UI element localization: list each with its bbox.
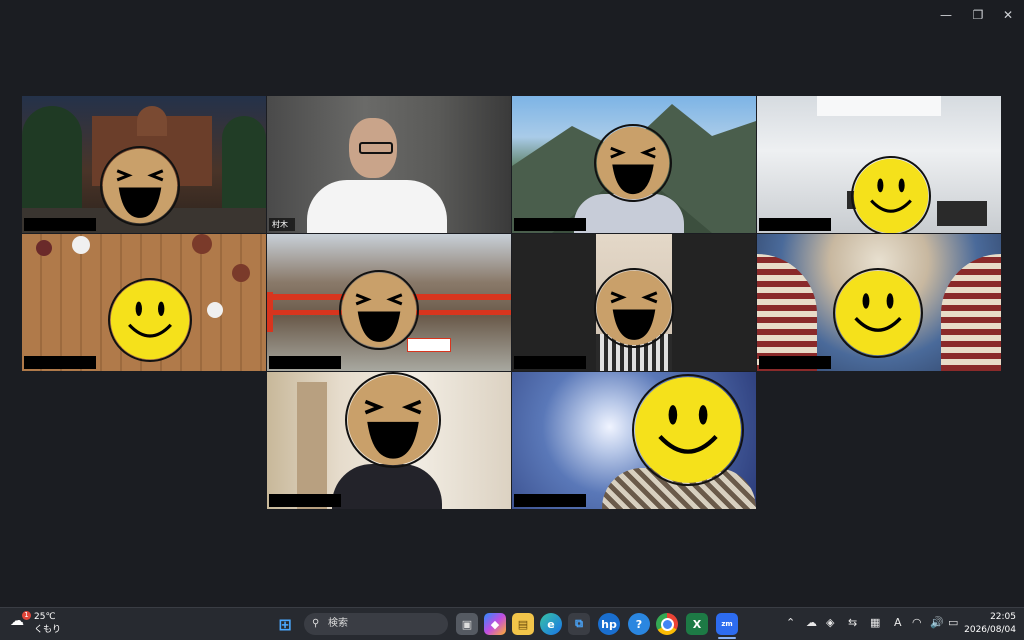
dropbox-icon[interactable]: ◈ (826, 616, 834, 629)
participant-tile[interactable] (757, 234, 1001, 371)
smiley-face-mask (632, 374, 744, 486)
edge-browser-icon[interactable]: e (540, 613, 562, 635)
laughing-face-mask (594, 268, 674, 348)
speaker-icon[interactable]: 🔊 (930, 616, 944, 629)
participant-name (514, 356, 586, 369)
tray-app-icon[interactable]: ▦ (870, 616, 880, 629)
weather-condition: くもり (34, 625, 62, 635)
participant-name (514, 494, 586, 507)
participant-tile[interactable] (267, 234, 511, 371)
system-clock[interactable]: 22:05 2026/08/04 (964, 611, 1016, 637)
participant-name (759, 218, 831, 231)
ime-indicator[interactable]: A (894, 616, 902, 629)
network-tray-icon[interactable]: ⇆ (848, 616, 857, 629)
participant-tile[interactable] (267, 372, 511, 509)
hp-icon[interactable]: hp (598, 613, 620, 635)
restore-icon[interactable]: ❐ (964, 4, 992, 26)
taskbar-search[interactable]: ⚲ 検索 (304, 613, 448, 635)
participant-tile[interactable] (757, 96, 1001, 233)
window-titlebar: — ❐ ✕ (0, 0, 1024, 30)
participant-name: 村木 (269, 218, 295, 231)
active-app-indicator (718, 637, 736, 639)
smiley-face-mask (833, 268, 923, 358)
task-view-icon[interactable]: ▣ (456, 613, 478, 635)
participant-tile[interactable] (512, 96, 756, 233)
laughing-face-mask (100, 146, 180, 226)
minimize-icon[interactable]: — (932, 4, 960, 26)
weather-temp: 25℃ (34, 612, 56, 622)
file-explorer-icon[interactable]: ▤ (512, 613, 534, 635)
copilot-icon[interactable]: ◆ (484, 613, 506, 635)
onedrive-icon[interactable]: ☁ (806, 616, 817, 629)
weather-widget[interactable]: ☁ 1 25℃ くもり (8, 611, 61, 637)
participant-tile-active[interactable]: 村木 (267, 96, 511, 233)
zoom-icon[interactable]: zm (716, 613, 738, 635)
participant-name (269, 494, 341, 507)
windows-taskbar: ☁ 1 25℃ くもり ⊞ ⚲ 検索 ▣ ◆ ▤ e ⧉ hp ? X zm ⌃… (0, 607, 1024, 640)
laughing-face-mask (339, 270, 419, 350)
participant-tile[interactable] (512, 372, 756, 509)
help-icon[interactable]: ? (628, 613, 650, 635)
clock-time: 22:05 (990, 612, 1016, 622)
search-icon: ⚲ (312, 618, 320, 629)
weather-badge: 1 (22, 611, 31, 620)
laughing-face-mask (345, 372, 441, 468)
clock-date: 2026/08/04 (964, 625, 1016, 635)
smiley-face-mask (108, 278, 192, 362)
microsoft-store-icon[interactable]: ⧉ (568, 613, 590, 635)
excel-icon[interactable]: X (686, 613, 708, 635)
search-placeholder: 検索 (328, 618, 348, 629)
participant-name (24, 218, 96, 231)
gallery-view: 村木 (22, 96, 1002, 510)
participant-tile[interactable] (22, 96, 266, 233)
participant-name (514, 218, 586, 231)
video-feed (267, 96, 511, 233)
participant-tile[interactable] (512, 234, 756, 371)
smiley-face-mask (851, 156, 931, 233)
participant-tile[interactable] (22, 234, 266, 371)
close-icon[interactable]: ✕ (994, 4, 1022, 26)
participant-name (24, 356, 96, 369)
laughing-face-mask (594, 124, 672, 202)
windows-start-icon[interactable]: ⊞ (274, 613, 296, 635)
chevron-up-icon[interactable]: ⌃ (786, 616, 795, 629)
wifi-icon[interactable]: ◠ (912, 616, 922, 629)
person-shirt (307, 180, 447, 233)
participant-name (759, 356, 831, 369)
chrome-icon[interactable] (656, 613, 678, 635)
battery-icon[interactable]: ▭ (948, 616, 958, 629)
participant-name (269, 356, 341, 369)
